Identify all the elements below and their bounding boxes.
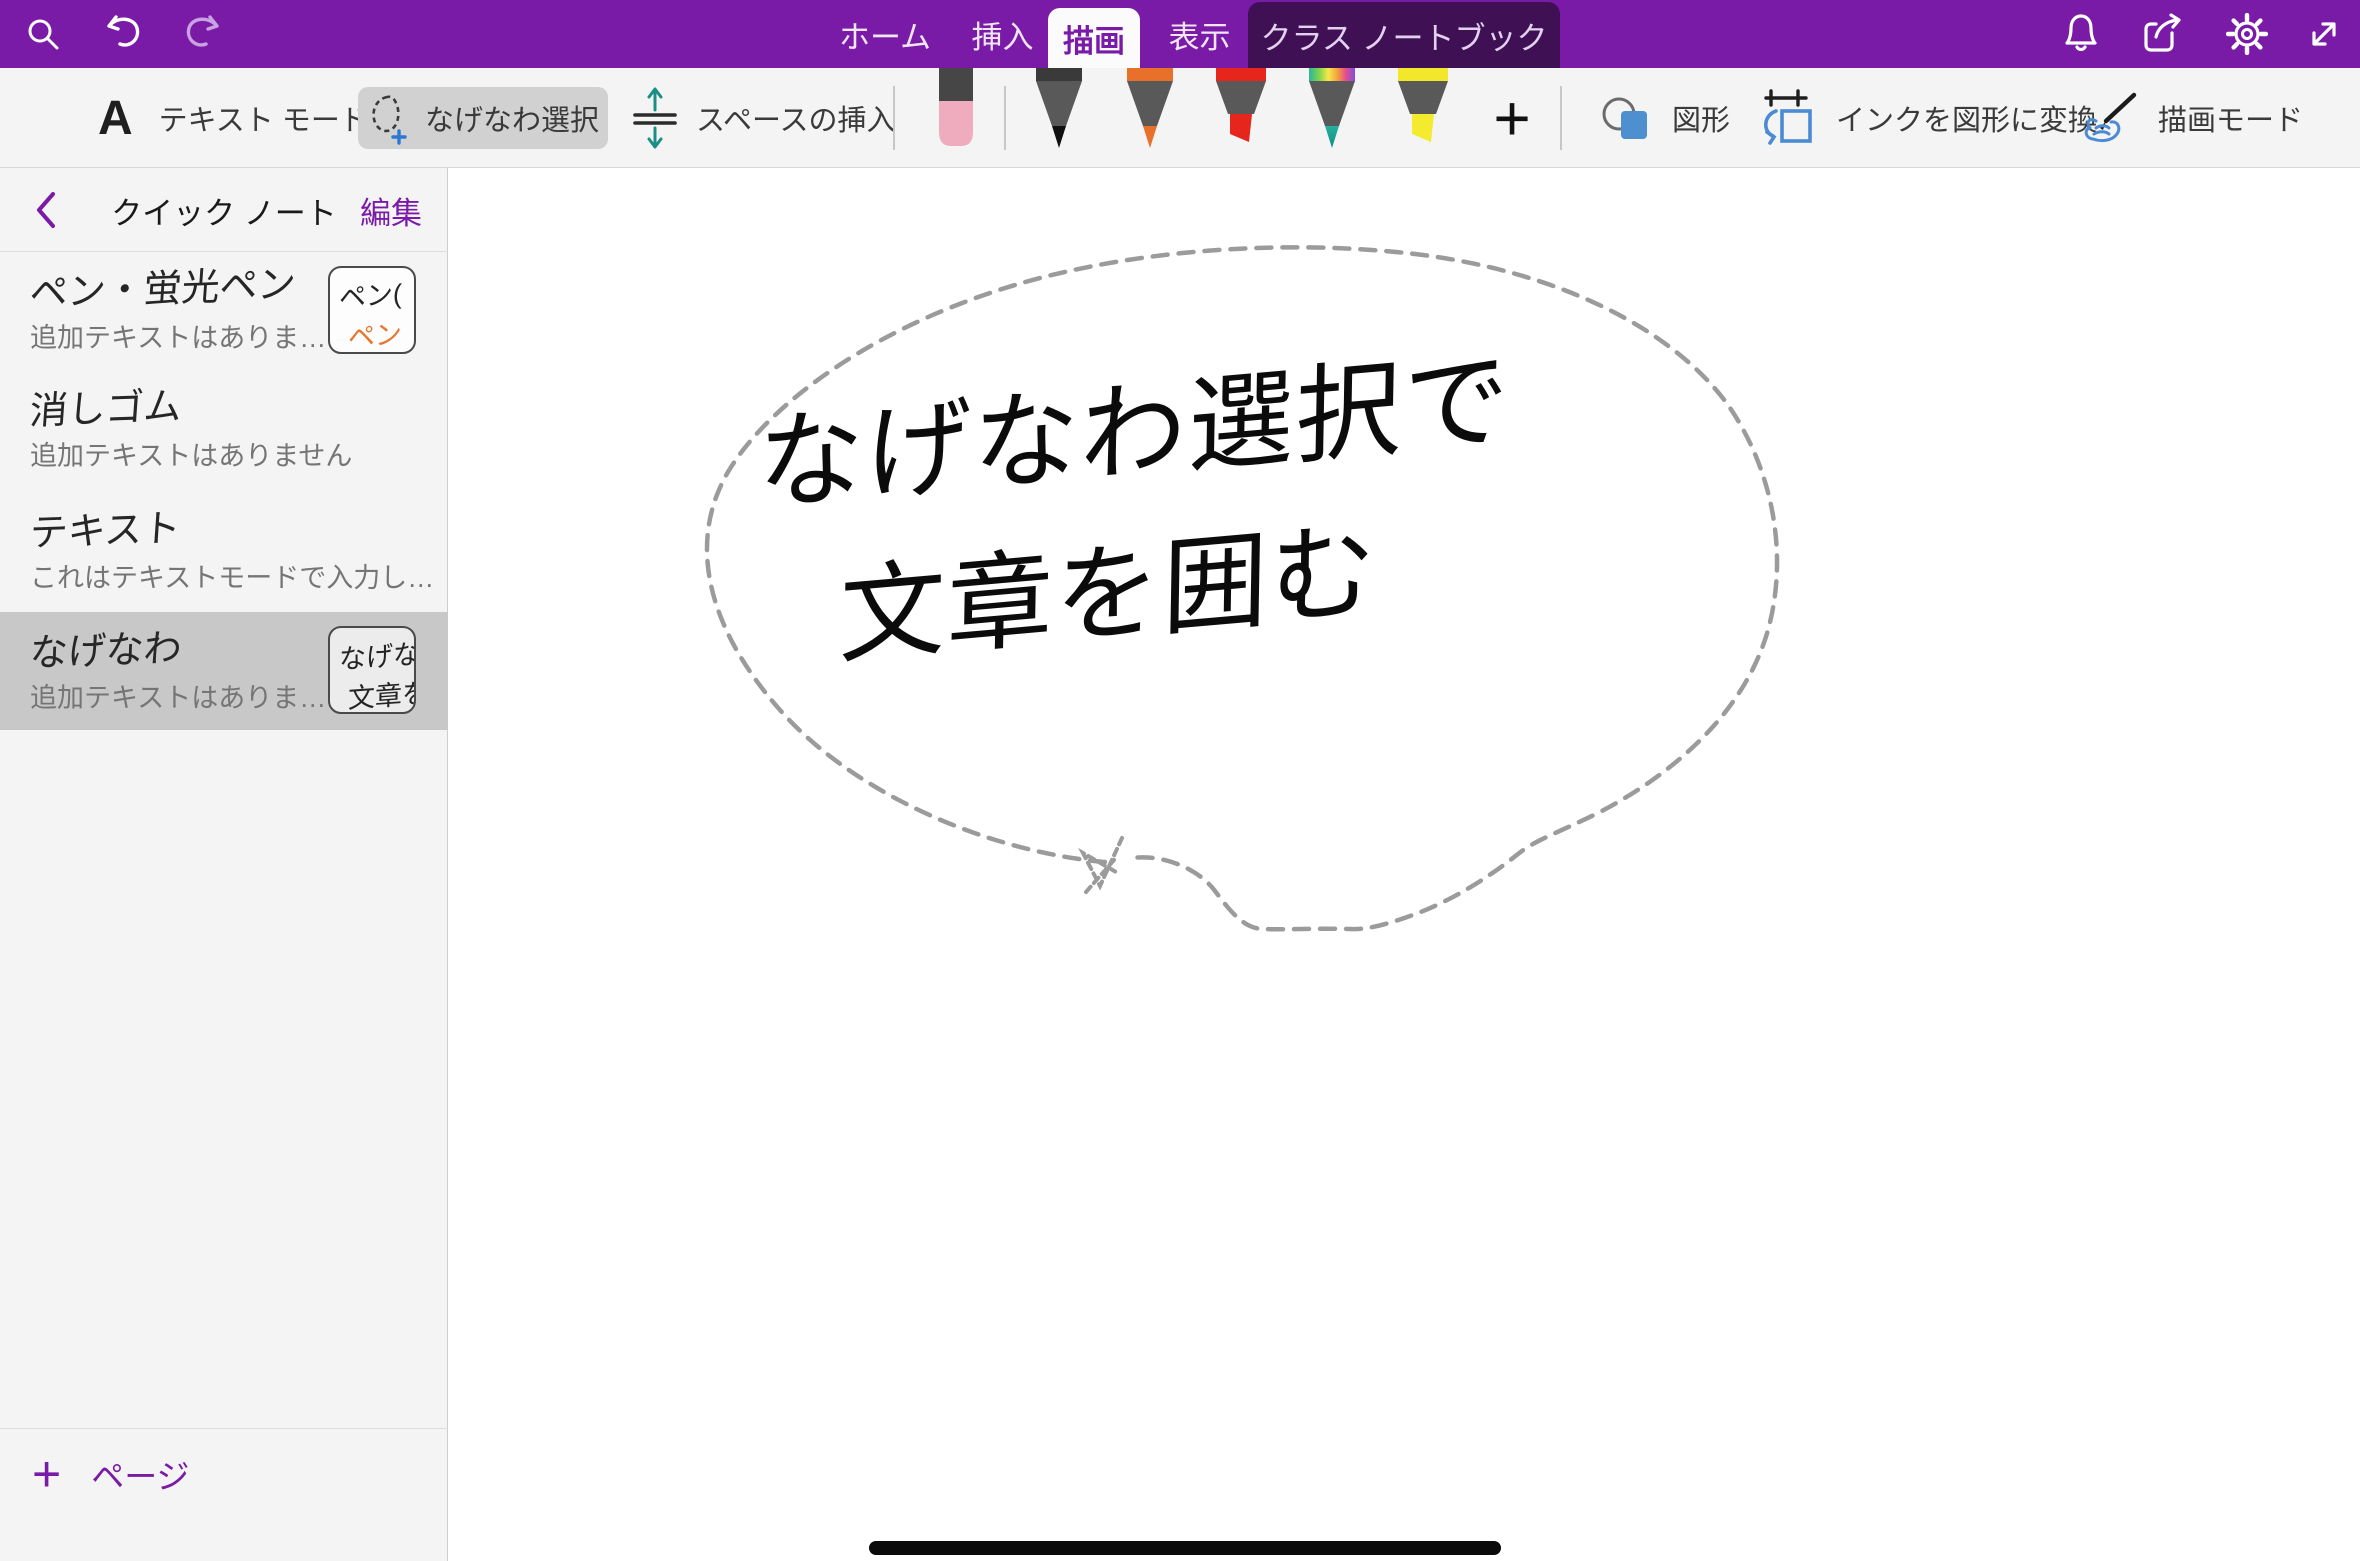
edit-button[interactable]: 編集	[360, 168, 422, 252]
page-item-eraser[interactable]: 消しゴム 追加テキストはありません	[0, 370, 448, 488]
toolbar-divider	[1004, 86, 1006, 150]
page-item-pen-highlighter[interactable]: ペン・蛍光ペン 追加テキストはありま… ペン( ペン	[0, 252, 448, 370]
orange-pen-tool[interactable]	[1117, 68, 1183, 150]
tab-draw-selected[interactable]: 描画	[1048, 8, 1140, 68]
fullscreen-icon[interactable]	[2296, 0, 2352, 68]
note-canvas[interactable]: なげなわ選択で 文章を囲む	[449, 168, 2360, 1561]
plus-icon: +	[32, 1445, 61, 1503]
black-pen-tool[interactable]	[1026, 68, 1092, 150]
home-indicator-bar[interactable]	[869, 1541, 1501, 1555]
draw-mode-button[interactable]: 描画モード	[2082, 68, 2303, 168]
lasso-start-arrow	[1083, 838, 1122, 892]
rainbow-pen-tool[interactable]	[1299, 68, 1365, 150]
page-item-text[interactable]: テキスト これはテキストモードで入力し…	[0, 492, 448, 610]
add-page-button[interactable]: + ページ	[0, 1436, 448, 1512]
circle-square-icon	[1600, 93, 1652, 143]
handwritten-ink-text: なげなわ選択で 文章を囲む	[753, 320, 1512, 706]
toolbar-divider	[1560, 86, 1562, 150]
lasso-select-button[interactable]: なげなわ選択	[358, 87, 608, 149]
yellow-highlighter-tool[interactable]	[1390, 68, 1456, 150]
top-app-bar: ホーム 挿入 描画 表示 クラス ノートブック	[0, 0, 2360, 68]
settings-icon[interactable]	[2218, 0, 2276, 68]
lasso-plus-icon	[367, 91, 411, 145]
page-item-lasso-selected[interactable]: なげなわ 追加テキストはありま… なげなわ 文章を	[0, 612, 448, 730]
tab-home[interactable]: ホーム	[830, 0, 940, 68]
split-vertical-arrows-icon	[632, 86, 678, 150]
tab-view[interactable]: 表示	[1152, 0, 1247, 68]
undo-icon[interactable]	[92, 0, 154, 68]
ink-to-square-icon	[1758, 87, 1818, 149]
shapes-button[interactable]: 図形	[1600, 68, 1730, 168]
page-list-sidebar: クイック ノート 編集 ペン・蛍光ペン 追加テキストはありま… ペン( ペン 消…	[0, 168, 448, 1561]
draw-toolbar: A テキスト モード なげなわ選択 ス	[0, 68, 2360, 168]
eraser-tool[interactable]	[930, 68, 982, 148]
redo-icon[interactable]	[172, 0, 234, 68]
share-icon[interactable]	[2134, 0, 2192, 68]
search-icon[interactable]	[14, 0, 72, 68]
sidebar-header: クイック ノート 編集	[0, 168, 448, 252]
sidebar-footer-divider	[0, 1428, 448, 1429]
text-mode-button[interactable]: A テキスト モード	[98, 68, 369, 168]
ink-to-shape-button[interactable]: インクを図形に変換	[1758, 68, 2097, 168]
red-highlighter-tool[interactable]	[1208, 68, 1274, 150]
hand-holding-pen-icon	[2082, 91, 2140, 145]
tab-class-notebook[interactable]: クラス ノートブック	[1248, 2, 1560, 68]
toolbar-divider	[893, 86, 895, 150]
letter-A-icon: A	[98, 91, 133, 146]
tab-insert[interactable]: 挿入	[955, 0, 1050, 68]
insert-space-button[interactable]: スペースの挿入	[632, 68, 896, 168]
add-pen-button[interactable]: +	[1482, 68, 1542, 168]
notifications-icon[interactable]	[2052, 0, 2110, 68]
page-thumbnail: ペン( ペン	[328, 266, 416, 354]
page-thumbnail: なげなわ 文章を	[328, 626, 416, 714]
